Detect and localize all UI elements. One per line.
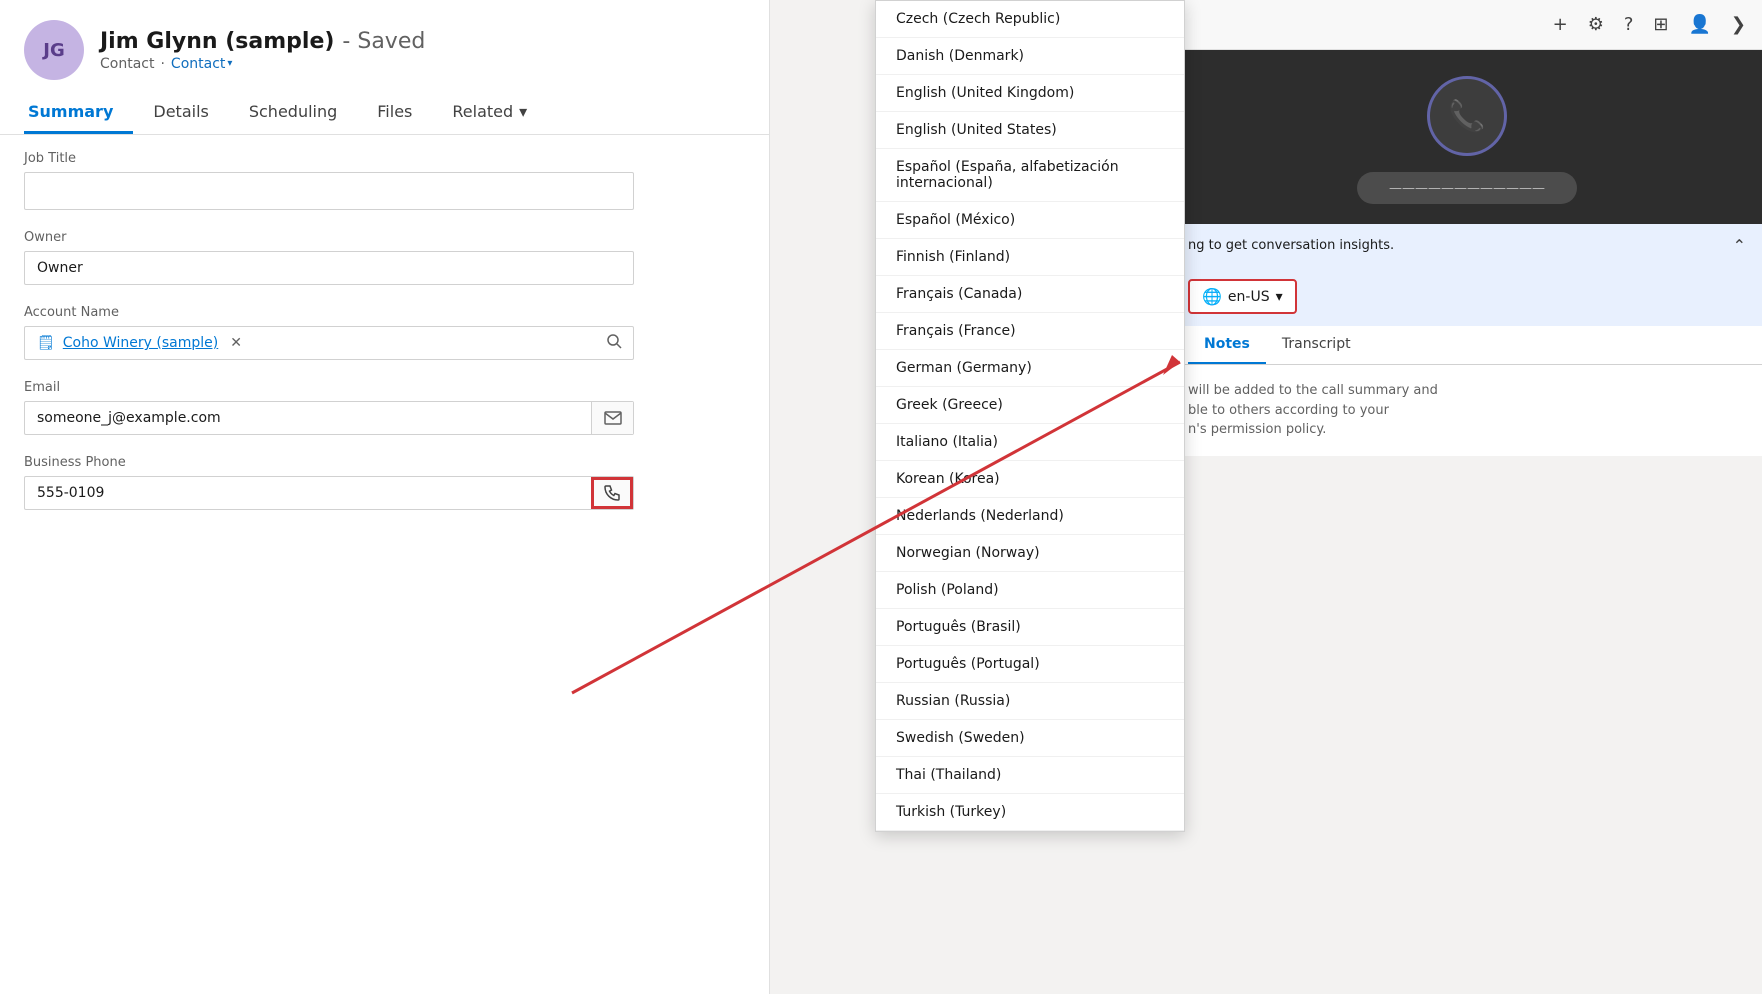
email-label: Email — [24, 380, 745, 395]
account-record-icon: 🗒 — [37, 335, 55, 351]
contact-info-row: JG Jim Glynn (sample) - Saved Contact · … — [24, 20, 745, 80]
user-icon[interactable]: 👤 — [1688, 14, 1710, 35]
lang-selector-area: 🌐 en-US ▾ — [1172, 267, 1762, 326]
tab-related[interactable]: Related ▾ — [448, 92, 547, 134]
contact-type1: Contact — [100, 56, 154, 72]
tab-details[interactable]: Details — [149, 92, 228, 134]
tab-transcript[interactable]: Transcript — [1266, 326, 1367, 364]
language-item[interactable]: Danish (Denmark) — [876, 38, 1184, 75]
phone-avatar-ring: 📞 — [1427, 76, 1507, 156]
settings-icon[interactable]: ⚙ — [1588, 14, 1604, 35]
crm-panel: JG Jim Glynn (sample) - Saved Contact · … — [0, 0, 770, 994]
language-item[interactable]: Swedish (Sweden) — [876, 720, 1184, 757]
form-content: Job Title Owner Owner Account Name 🗒 Coh… — [0, 135, 769, 546]
field-group-email: Email someone_j@example.com — [24, 380, 745, 435]
business-phone-field[interactable]: 555-0109 — [24, 476, 634, 510]
owner-label: Owner — [24, 230, 745, 245]
account-search-icon[interactable] — [605, 332, 623, 354]
language-item[interactable]: Nederlands (Nederland) — [876, 498, 1184, 535]
language-selector-btn[interactable]: 🌐 en-US ▾ — [1188, 279, 1297, 314]
account-name-field[interactable]: 🗒 Coho Winery (sample) ✕ — [24, 326, 634, 360]
job-title-field[interactable] — [24, 172, 634, 210]
language-item[interactable]: Czech (Czech Republic) — [876, 1, 1184, 38]
contact-header: JG Jim Glynn (sample) - Saved Contact · … — [0, 0, 769, 135]
job-title-label: Job Title — [24, 151, 745, 166]
language-item[interactable]: Finnish (Finland) — [876, 239, 1184, 276]
insights-text: ng to get conversation insights. — [1188, 238, 1394, 253]
language-item[interactable]: Greek (Greece) — [876, 387, 1184, 424]
language-item[interactable]: Thai (Thailand) — [876, 757, 1184, 794]
contact-saved-label: - Saved — [342, 29, 425, 54]
language-item[interactable]: German (Germany) — [876, 350, 1184, 387]
phone-call-btn[interactable] — [591, 477, 633, 509]
language-item[interactable]: Português (Portugal) — [876, 646, 1184, 683]
related-chevron-icon: ▾ — [519, 102, 527, 121]
language-item[interactable]: Italiano (Italia) — [876, 424, 1184, 461]
phone-avatar-area: 📞 ———————————— — [1172, 56, 1762, 224]
contact-type2-link[interactable]: Contact ▾ — [171, 56, 233, 72]
tab-notes[interactable]: Notes — [1188, 326, 1266, 364]
globe-icon: 🌐 — [1202, 287, 1222, 306]
contact-name: Jim Glynn (sample) — [100, 29, 334, 54]
language-item[interactable]: Français (France) — [876, 313, 1184, 350]
tab-scheduling[interactable]: Scheduling — [245, 92, 357, 134]
right-side-panel: + ⚙ ? ⊞ 👤 ❯ ··· 🎤 ⏸ — [1172, 0, 1762, 994]
account-close-icon[interactable]: ✕ — [230, 335, 242, 351]
collapse-icon[interactable]: ⌃ — [1733, 236, 1746, 255]
nav-tabs: Summary Details Scheduling Files Related… — [24, 92, 745, 134]
lang-selector-label: en-US — [1228, 289, 1270, 305]
language-item[interactable]: Russian (Russia) — [876, 683, 1184, 720]
tab-summary[interactable]: Summary — [24, 92, 133, 134]
contact-title-group: Jim Glynn (sample) - Saved Contact · Con… — [100, 29, 425, 72]
avatar: JG — [24, 20, 84, 80]
type-chevron-icon: ▾ — [227, 58, 232, 69]
language-item[interactable]: Français (Canada) — [876, 276, 1184, 313]
account-name-link[interactable]: Coho Winery (sample) — [63, 335, 218, 351]
apps-icon[interactable]: ⊞ — [1653, 14, 1668, 35]
lang-chevron-icon: ▾ — [1276, 289, 1283, 305]
language-item[interactable]: English (United Kingdom) — [876, 75, 1184, 112]
language-dropdown[interactable]: Czech (Czech Republic)Danish (Denmark)En… — [875, 0, 1185, 832]
account-name-label: Account Name — [24, 305, 745, 320]
language-item[interactable]: Norwegian (Norway) — [876, 535, 1184, 572]
business-phone-label: Business Phone — [24, 455, 745, 470]
email-field[interactable]: someone_j@example.com — [24, 401, 634, 435]
insights-area: ng to get conversation insights. ⌃ — [1172, 224, 1762, 267]
notes-tabs: Notes Transcript — [1172, 326, 1762, 365]
field-group-account: Account Name 🗒 Coho Winery (sample) ✕ — [24, 305, 745, 360]
field-group-phone: Business Phone 555-0109 — [24, 455, 745, 510]
add-icon[interactable]: + — [1553, 14, 1568, 35]
expand-btn[interactable]: ❯ — [1731, 14, 1746, 35]
language-item[interactable]: Turkish (Turkey) — [876, 794, 1184, 831]
email-icon-btn[interactable] — [591, 402, 633, 434]
help-icon[interactable]: ? — [1624, 14, 1634, 35]
chevron-right-icon: ❯ — [1731, 14, 1746, 35]
notes-content: will be added to the call summary and bl… — [1172, 365, 1762, 456]
phone-contact-icon: 📞 — [1448, 99, 1485, 134]
tab-files[interactable]: Files — [373, 92, 432, 134]
language-item[interactable]: Polish (Poland) — [876, 572, 1184, 609]
dot-separator: · — [160, 56, 164, 72]
field-group-jobtitle: Job Title — [24, 151, 745, 210]
language-item[interactable]: Español (México) — [876, 202, 1184, 239]
field-group-owner: Owner Owner — [24, 230, 745, 285]
phone-name-bar: ———————————— — [1357, 172, 1577, 204]
language-item[interactable]: Korean (Korea) — [876, 461, 1184, 498]
owner-field[interactable]: Owner — [24, 251, 634, 285]
language-item[interactable]: Português (Brasil) — [876, 609, 1184, 646]
top-bar: + ⚙ ? ⊞ 👤 ❯ — [1172, 0, 1762, 50]
contact-subtitle: Contact · Contact ▾ — [100, 56, 425, 72]
language-item[interactable]: English (United States) — [876, 112, 1184, 149]
language-item[interactable]: Español (España, alfabetización internac… — [876, 149, 1184, 202]
